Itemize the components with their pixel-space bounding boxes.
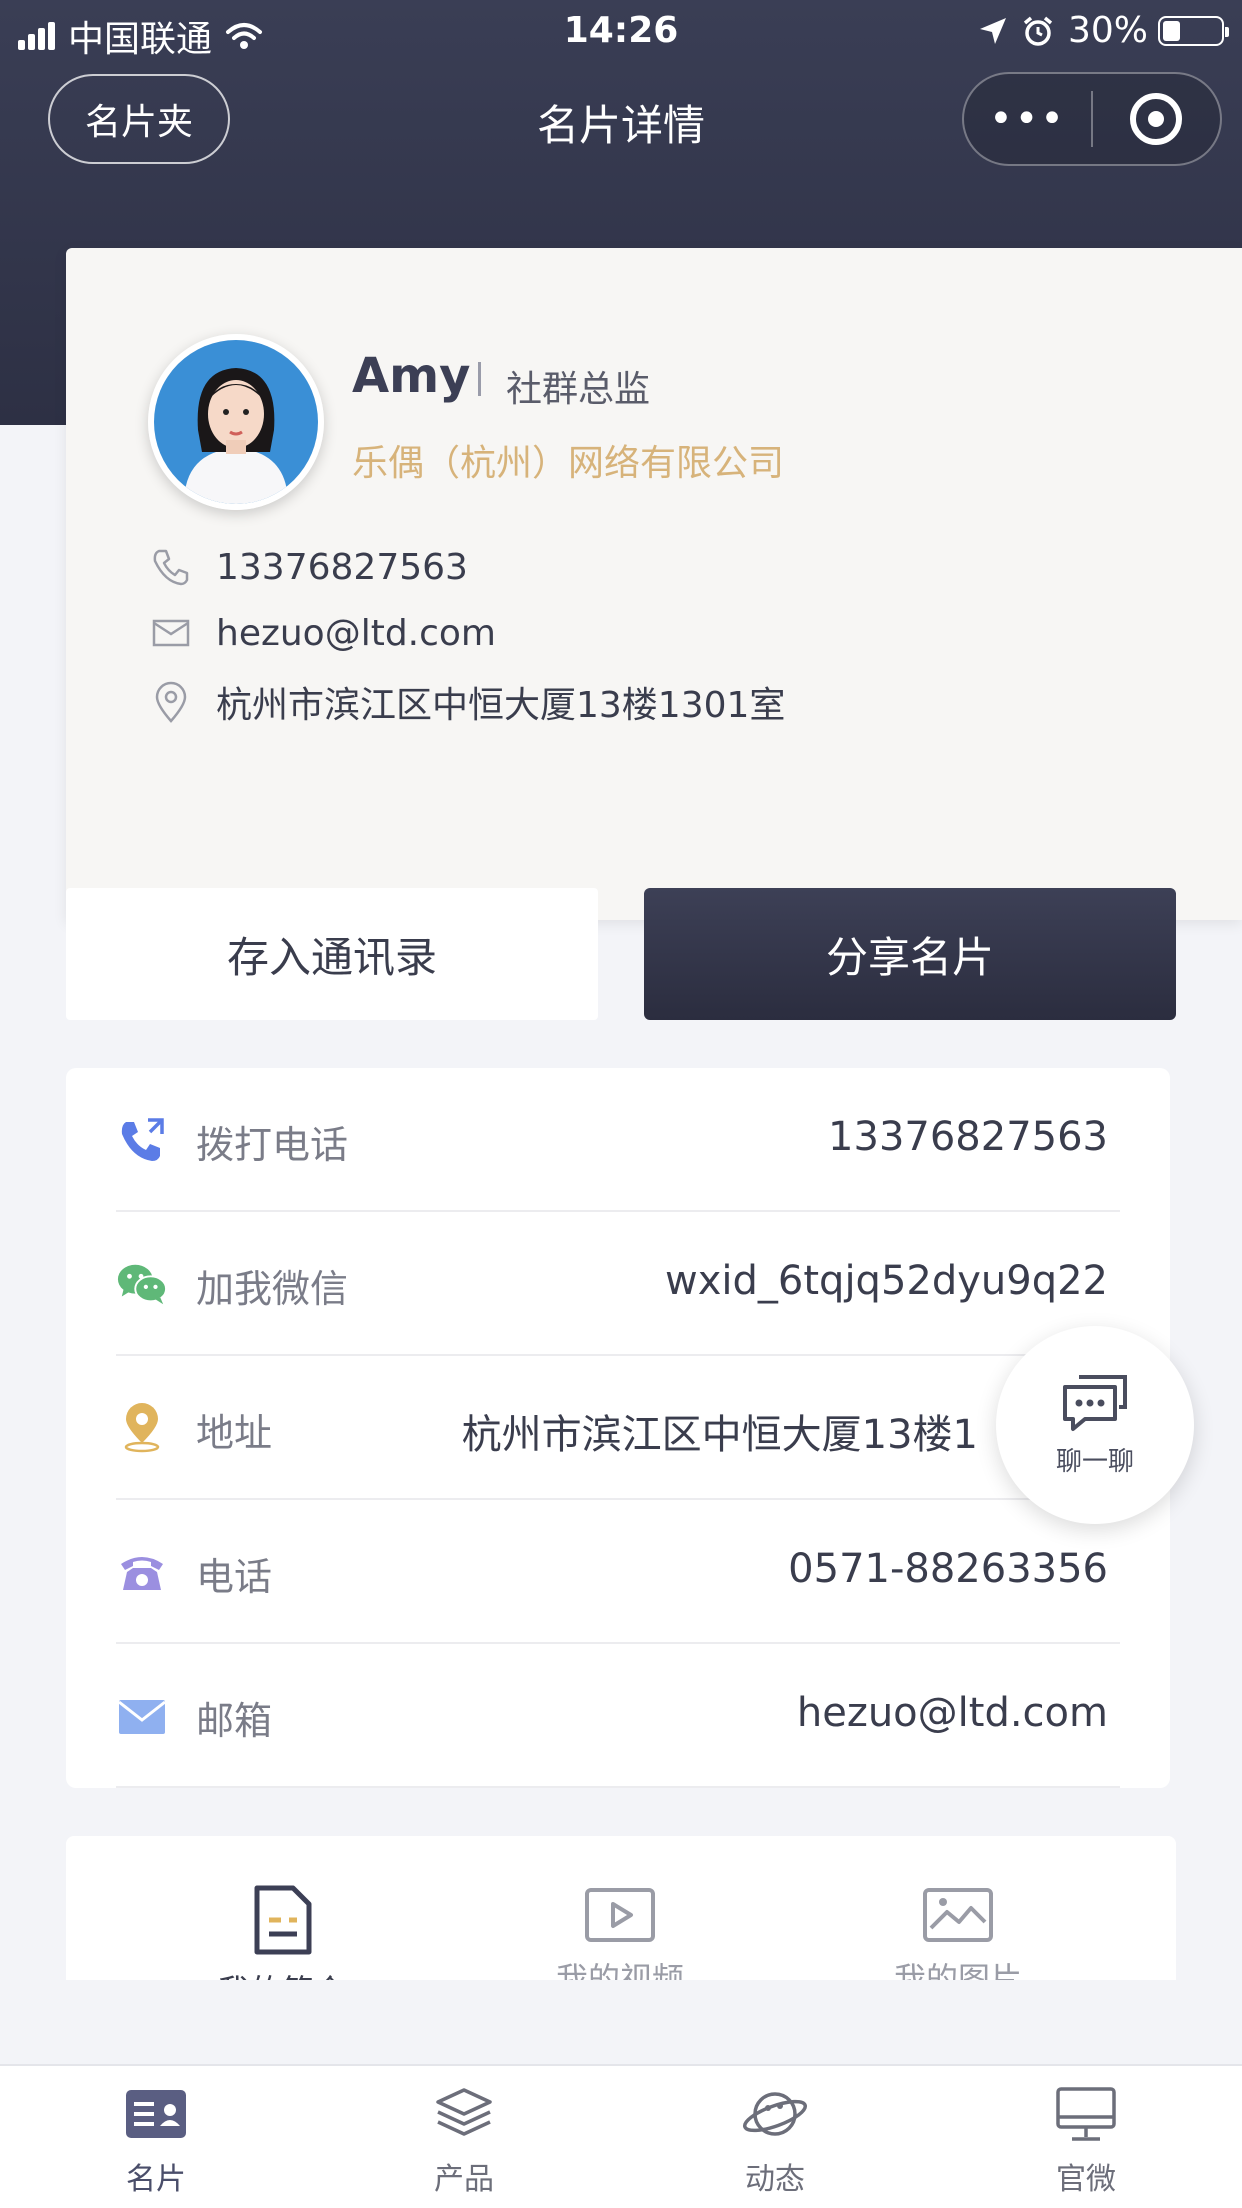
contact-row-email[interactable]: 邮箱 hezuo@ltd.com (116, 1644, 1120, 1788)
id-card-icon (121, 2084, 191, 2144)
intro-tab-label: 我的图片 (893, 1960, 1022, 1980)
nav-bar: 名片夹 名片详情 ••• (0, 72, 1242, 168)
contact-value: 0571-88263356 (788, 1546, 1108, 1592)
name-title-separator (478, 362, 481, 396)
location-arrow-icon (979, 17, 1006, 44)
save-to-contacts-button[interactable]: 存入通讯录 (66, 888, 598, 1020)
avatar (148, 334, 324, 510)
contact-value: 杭州市滨江区中恒大厦13楼1 (461, 1412, 978, 1458)
tab-products[interactable]: 产品 (384, 2084, 544, 2198)
business-card: Amy 社群总监 乐偶（杭州）网络有限公司 13376827563 hezuo@… (66, 248, 1242, 920)
tab-label: 动态 (745, 2162, 805, 2197)
video-play-icon (585, 1888, 655, 1942)
chat-bubble-icon (1063, 1374, 1127, 1431)
contact-row-address[interactable]: 地址 杭州市滨江区中恒大厦13楼1 (116, 1356, 1120, 1500)
card-phone-line[interactable]: 13376827563 (148, 544, 468, 590)
contact-value: hezuo@ltd.com (796, 1690, 1108, 1736)
contact-row-telephone[interactable]: 电话 0571-88263356 (116, 1500, 1120, 1644)
telephone-icon (116, 1546, 168, 1598)
share-card-button[interactable]: 分享名片 (644, 888, 1176, 1020)
image-icon (923, 1888, 993, 1942)
wechat-icon (116, 1258, 168, 1310)
card-email: hezuo@ltd.com (216, 612, 497, 654)
card-name: Amy (352, 348, 471, 404)
card-company: 乐偶（杭州）网络有限公司 (352, 443, 785, 484)
tab-moments[interactable]: 动态 (695, 2084, 855, 2198)
intro-tab-images[interactable]: 我的图片 (858, 1884, 1058, 1980)
tab-label: 官微 (1056, 2162, 1116, 2197)
more-button[interactable]: ••• (964, 72, 1091, 166)
planet-icon (740, 2084, 810, 2144)
battery-fill (1163, 20, 1180, 41)
miniprogram-capsule: ••• (962, 72, 1222, 166)
location-pin-icon (116, 1402, 168, 1454)
intro-tab-label: 我的简介 (218, 1966, 346, 1980)
intro-tabs-panel: 我的简介 我的视频 我的图片 (66, 1836, 1176, 1980)
contact-row-wechat[interactable]: 加我微信 wxid_6tqjq52dyu9q22 (116, 1212, 1120, 1356)
monitor-icon (1051, 2084, 1121, 2144)
phone-outline-icon (148, 544, 194, 590)
card-email-line[interactable]: hezuo@ltd.com (148, 610, 496, 656)
chat-button[interactable]: 聊一聊 (996, 1326, 1194, 1524)
status-right: 30% (978, 10, 1229, 51)
card-job-title: 社群总监 (506, 369, 651, 410)
battery-icon (1158, 15, 1229, 46)
card-phone: 13376827563 (216, 546, 468, 588)
contact-label: 地址 (196, 1411, 273, 1455)
close-miniprogram-button[interactable] (1093, 72, 1220, 166)
intro-tab-video[interactable]: 我的视频 (520, 1884, 720, 1980)
layers-icon (429, 2084, 499, 2144)
contact-value: wxid_6tqjq52dyu9q22 (665, 1258, 1108, 1304)
battery-percent: 30% (1067, 10, 1148, 51)
tab-label: 产品 (434, 2162, 494, 2197)
status-bar: 中国联通 14:26 30% (0, 0, 1242, 64)
email-icon (116, 1690, 168, 1742)
bottom-tab-bar: 名片 产品 动态 官微 (0, 2064, 1242, 2208)
phone-call-icon (116, 1114, 168, 1166)
chat-button-label: 聊一聊 (1055, 1446, 1134, 1477)
mail-outline-icon (148, 610, 194, 656)
intro-tab-label: 我的视频 (555, 1960, 684, 1980)
tab-label: 名片 (126, 2162, 186, 2197)
contact-value: 13376827563 (828, 1114, 1108, 1160)
close-target-icon (1130, 93, 1183, 145)
contact-row-call[interactable]: 拨打电话 13376827563 (116, 1068, 1120, 1212)
location-outline-icon (148, 679, 194, 725)
contact-label: 电话 (196, 1555, 273, 1599)
alarm-icon (1023, 16, 1053, 46)
tab-official[interactable]: 官微 (1006, 2084, 1166, 2198)
contact-label: 加我微信 (196, 1267, 349, 1311)
tab-card[interactable]: 名片 (76, 2084, 236, 2198)
card-address-line[interactable]: 杭州市滨江区中恒大厦13楼1301室 (148, 676, 785, 728)
document-icon (254, 1885, 312, 1955)
intro-tab-profile[interactable]: 我的简介 (182, 1884, 382, 1980)
contact-label: 拨打电话 (196, 1123, 349, 1167)
contact-label: 邮箱 (196, 1699, 273, 1743)
card-address: 杭州市滨江区中恒大厦13楼1301室 (216, 685, 786, 726)
